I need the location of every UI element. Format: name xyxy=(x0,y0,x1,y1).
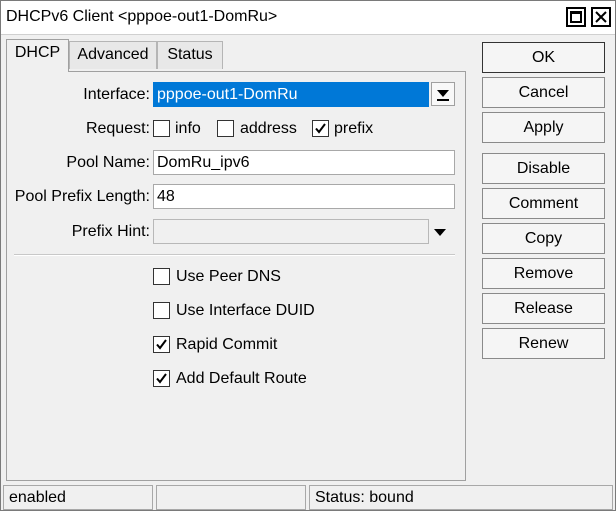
checkmark-icon xyxy=(315,123,326,134)
underline-icon xyxy=(437,99,449,101)
maximize-icon[interactable] xyxy=(566,7,586,27)
close-icon[interactable] xyxy=(591,7,611,27)
arrow-down-icon xyxy=(437,90,449,97)
interface-label: Interface: xyxy=(83,86,150,103)
checkmark-icon xyxy=(156,373,167,384)
copy-button[interactable]: Copy xyxy=(482,223,605,254)
comment-button[interactable]: Comment xyxy=(482,188,605,219)
tab-dhcp[interactable]: DHCP xyxy=(6,39,69,72)
status-bar: enabled Status: bound xyxy=(1,482,615,510)
status-bound: Status: bound xyxy=(309,485,613,510)
prefix-hint-field[interactable] xyxy=(153,219,429,244)
checkmark-icon xyxy=(156,339,167,350)
use-interface-duid-checkbox[interactable] xyxy=(153,302,170,319)
separator xyxy=(14,254,455,256)
prefix-hint-label: Prefix Hint: xyxy=(71,223,150,240)
status-enabled: enabled xyxy=(3,485,153,510)
rapid-commit-checkbox[interactable] xyxy=(153,336,170,353)
pool-name-label: Pool Name: xyxy=(66,154,150,171)
apply-button[interactable]: Apply xyxy=(482,112,605,143)
cancel-button[interactable]: Cancel xyxy=(482,77,605,108)
request-address-label: address xyxy=(240,120,297,137)
request-prefix-checkbox[interactable] xyxy=(312,120,329,137)
request-prefix-label: prefix xyxy=(334,120,374,137)
tab-status[interactable]: Status xyxy=(157,41,223,69)
request-info-label: info xyxy=(175,120,201,137)
add-default-route-label: Add Default Route xyxy=(176,370,307,387)
rapid-commit-label: Rapid Commit xyxy=(176,336,278,353)
pool-prefix-length-label: Pool Prefix Length: xyxy=(14,188,150,205)
status-middle xyxy=(156,485,306,510)
prefix-hint-dropdown-icon[interactable] xyxy=(434,229,446,236)
dhcp-tab-panel: Interface: pppoe-out1-DomRu Request: inf… xyxy=(6,71,466,481)
interface-select[interactable]: pppoe-out1-DomRu xyxy=(153,82,429,107)
pool-prefix-length-field[interactable]: 48 xyxy=(153,184,455,209)
use-interface-duid-label: Use Interface DUID xyxy=(176,302,315,319)
interface-dropdown-button[interactable] xyxy=(431,82,455,106)
add-default-route-checkbox[interactable] xyxy=(153,370,170,387)
pool-name-field[interactable]: DomRu_ipv6 xyxy=(153,150,455,175)
ok-button[interactable]: OK xyxy=(482,42,605,73)
request-info-checkbox[interactable] xyxy=(153,120,170,137)
use-peer-dns-checkbox[interactable] xyxy=(153,268,170,285)
use-peer-dns-label: Use Peer DNS xyxy=(176,268,281,285)
request-label: Request: xyxy=(85,120,150,137)
remove-button[interactable]: Remove xyxy=(482,258,605,289)
window-title: DHCPv6 Client <pppoe-out1-DomRu> xyxy=(6,8,278,25)
release-button[interactable]: Release xyxy=(482,293,605,324)
request-address-checkbox[interactable] xyxy=(217,120,234,137)
dhcpv6-client-window: DHCPv6 Client <pppoe-out1-DomRu> DHCP Ad… xyxy=(0,0,616,511)
disable-button[interactable]: Disable xyxy=(482,153,605,184)
renew-button[interactable]: Renew xyxy=(482,328,605,359)
title-bar[interactable]: DHCPv6 Client <pppoe-out1-DomRu> xyxy=(1,1,615,35)
tab-advanced[interactable]: Advanced xyxy=(69,41,157,69)
